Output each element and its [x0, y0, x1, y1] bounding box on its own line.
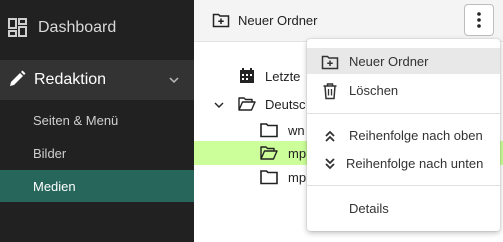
- chevron-down-icon[interactable]: [214, 100, 224, 110]
- sidebar-item-label: Dashboard: [38, 19, 117, 36]
- sidebar-group-redaktion[interactable]: Redaktion: [0, 60, 194, 100]
- tree-label: Letzte: [265, 69, 301, 84]
- menu-item-details[interactable]: Details: [307, 195, 500, 221]
- menu-divider: [307, 113, 500, 114]
- folder-open-icon: [260, 146, 278, 160]
- menu-item-label: Reihenfolge nach unten: [346, 156, 484, 171]
- calendar-icon: [240, 68, 254, 83]
- sidebar-item-dashboard[interactable]: Dashboard: [0, 10, 194, 48]
- sidebar: Dashboard Redaktion Seiten & Menü Bilder…: [0, 0, 194, 242]
- folder-icon: [260, 170, 278, 185]
- folder-icon: [260, 123, 278, 138]
- menu-item-label: Details: [349, 201, 389, 216]
- toolbar: Neuer Ordner: [194, 0, 503, 42]
- menu-item-new-folder[interactable]: Neuer Ordner: [307, 48, 500, 74]
- sidebar-item-seiten-menue[interactable]: Seiten & Menü: [0, 104, 194, 136]
- more-menu-button[interactable]: [464, 4, 494, 36]
- context-menu: Neuer Ordner Löschen Reihenfolge nach ob…: [307, 39, 500, 231]
- menu-item-move-up[interactable]: Reihenfolge nach oben: [307, 122, 500, 148]
- sidebar-item-label: Seiten & Menü: [33, 113, 119, 128]
- tree-label: mp: [288, 146, 307, 161]
- new-folder-label: Neuer Ordner: [238, 12, 318, 28]
- sidebar-item-label: Bilder: [33, 146, 67, 161]
- chevron-down-icon: [169, 77, 179, 84]
- double-chevron-down-icon: [325, 158, 335, 170]
- trash-icon: [323, 83, 337, 100]
- sidebar-group-label: Redaktion: [34, 71, 107, 88]
- kebab-icon: [477, 12, 481, 28]
- tree-label: Deutsc: [265, 97, 306, 112]
- dashboard-icon: [8, 18, 27, 37]
- menu-divider: [307, 185, 500, 186]
- tree-label: wn: [288, 123, 305, 138]
- new-folder-button[interactable]: Neuer Ordner: [212, 9, 317, 31]
- sidebar-item-bilder[interactable]: Bilder: [0, 137, 194, 169]
- menu-item-move-down[interactable]: Reihenfolge nach unten: [307, 150, 500, 176]
- menu-item-delete[interactable]: Löschen: [307, 77, 500, 103]
- folder-plus-icon: [212, 13, 230, 28]
- pencil-icon: [10, 70, 26, 86]
- double-chevron-up-icon: [325, 130, 335, 142]
- sidebar-item-label: Medien: [33, 179, 76, 194]
- sidebar-item-medien[interactable]: Medien: [0, 170, 194, 202]
- folder-plus-icon: [321, 55, 339, 70]
- folder-open-icon: [238, 97, 256, 111]
- menu-item-label: Neuer Ordner: [349, 54, 429, 69]
- menu-item-label: Löschen: [349, 83, 399, 98]
- menu-item-label: Reihenfolge nach oben: [349, 128, 483, 143]
- tree-label: mp: [288, 170, 307, 185]
